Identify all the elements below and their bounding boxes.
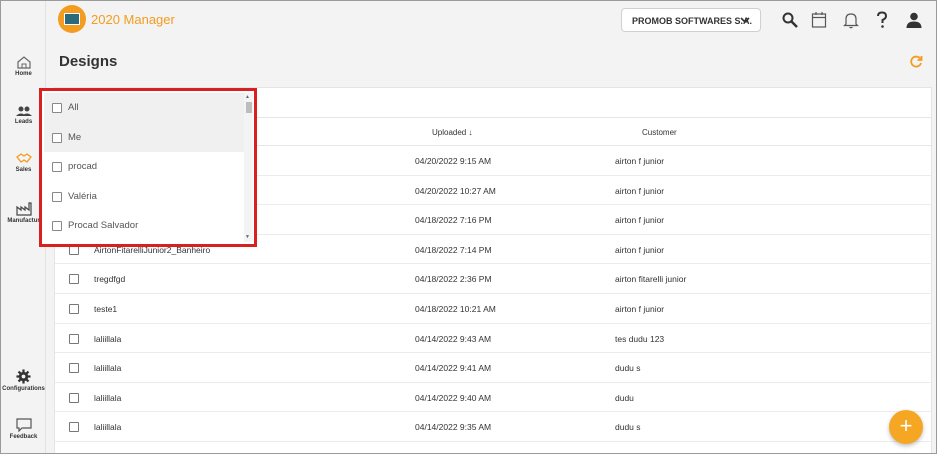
customer-cell: airton f junior <box>615 244 665 255</box>
sidebar-item-label: Sales <box>15 167 32 173</box>
sidebar-item-label: Feedback <box>9 434 38 440</box>
uploaded-cell: 04/14/2022 9:40 AM <box>415 392 492 403</box>
customer-cell: dudu <box>615 392 634 403</box>
uploaded-cell: 04/20/2022 10:27 AM <box>415 185 496 196</box>
user-icon[interactable] <box>905 11 923 29</box>
design-name: laliillala <box>94 392 122 403</box>
uploaded-cell: 04/14/2022 9:41 AM <box>415 363 492 374</box>
sidebar-item-home[interactable]: Home <box>1 55 46 77</box>
chevron-down-icon <box>740 17 750 24</box>
feedback-icon <box>15 418 32 432</box>
design-name: laliillala <box>94 363 122 374</box>
table-row[interactable]: laliillala 04/14/2022 9:40 AM dudu <box>55 383 931 413</box>
refresh-icon[interactable] <box>909 55 923 69</box>
design-name: teste1 <box>94 304 118 314</box>
customer-cell: dudu s <box>615 422 641 433</box>
row-checkbox[interactable] <box>69 333 79 344</box>
uploaded-cell: 04/18/2022 10:21 AM <box>415 304 496 314</box>
customer-cell: tes dudu 123 <box>615 333 665 344</box>
customer-column-header[interactable]: Customer <box>642 128 677 137</box>
option-checkbox[interactable] <box>52 191 62 202</box>
dropdown-option[interactable]: Procad Salvador <box>44 211 244 241</box>
sidebar-item-configurations[interactable]: Configurations <box>1 369 46 392</box>
uploaded-header-label: Uploaded <box>432 128 467 137</box>
help-icon[interactable] <box>875 11 889 29</box>
option-label: Valéria <box>68 190 97 202</box>
uploaded-cell: 04/18/2022 7:16 PM <box>415 215 492 226</box>
scroll-up-arrow-icon[interactable]: ▲ <box>245 94 250 100</box>
customer-cell: airton fitarelli junior <box>615 274 687 285</box>
app-name: 2020 Manager <box>91 12 175 27</box>
top-bar: 2020 Manager PROMOB SOFTWARES S.A. <box>46 1 936 41</box>
add-design-button[interactable]: + <box>889 410 923 444</box>
people-icon <box>15 106 32 116</box>
uploaded-column-header[interactable]: Uploaded ↓ <box>432 128 472 137</box>
calendar-icon[interactable] <box>811 11 827 29</box>
option-label: procad <box>68 161 98 173</box>
customer-cell: airton f junior <box>615 215 665 226</box>
uploaded-cell: 04/18/2022 7:14 PM <box>415 244 492 255</box>
option-checkbox[interactable] <box>52 132 62 143</box>
table-row[interactable]: teste1 04/18/2022 10:21 AM airton f junior <box>55 294 931 324</box>
search-icon[interactable] <box>781 11 799 29</box>
option-checkbox[interactable] <box>52 221 62 232</box>
row-checkbox[interactable] <box>69 304 79 314</box>
customer-cell: airton f junior <box>615 185 665 196</box>
design-name: laliillala <box>94 422 122 433</box>
page-title: Designs <box>59 53 118 70</box>
owner-filter-dropdown: All Me procad Valéria Procad Salvador ▲ … <box>39 88 257 247</box>
uploaded-cell: 04/14/2022 9:43 AM <box>415 333 492 344</box>
sidebar-item-label: Leads <box>14 119 33 125</box>
table-row[interactable]: tregdfgd 04/18/2022 2:36 PM airton fitarel… <box>55 264 931 294</box>
dropdown-option[interactable]: All <box>44 93 244 123</box>
arrow-down-icon: ↓ <box>468 128 473 137</box>
dropdown-scrollbar[interactable]: ▲ ▼ <box>244 93 253 242</box>
sidebar-item-label: Home <box>15 71 32 77</box>
table-row[interactable]: laliillala 04/14/2022 9:35 AM dudu s <box>55 412 931 442</box>
sidebar-item-label: Manufactur <box>7 218 40 224</box>
dropdown-option[interactable]: Me <box>44 122 244 153</box>
app-logo[interactable] <box>58 5 86 33</box>
uploaded-cell: 04/14/2022 9:35 AM <box>415 422 492 433</box>
option-checkbox[interactable] <box>52 162 62 173</box>
design-name: tregdfgd <box>94 274 126 285</box>
option-label: All <box>68 102 79 113</box>
dropdown-option[interactable]: Valéria <box>44 182 244 212</box>
dropdown-list: All Me procad Valéria Procad Salvador <box>44 93 244 242</box>
company-name: PROMOB SOFTWARES S.A. <box>632 16 753 26</box>
dropdown-option[interactable]: procad <box>44 152 244 182</box>
table-row[interactable]: laliillala 04/14/2022 9:43 AM tes dudu 123 <box>55 324 931 354</box>
uploaded-cell: 04/18/2022 2:36 PM <box>415 274 492 285</box>
home-icon <box>16 56 31 69</box>
gear-icon <box>16 369 31 384</box>
row-checkbox[interactable] <box>69 422 79 433</box>
scrollbar-thumb[interactable] <box>246 102 252 113</box>
table-row[interactable]: laliillala 04/14/2022 9:41 AM dudu s <box>55 353 931 383</box>
row-checkbox[interactable] <box>69 392 79 403</box>
customer-cell: airton f junior <box>615 304 665 314</box>
row-checkbox[interactable] <box>69 274 79 285</box>
company-selector[interactable]: PROMOB SOFTWARES S.A. <box>621 8 761 32</box>
uploaded-cell: 04/20/2022 9:15 AM <box>415 156 492 166</box>
option-label: Procad Salvador <box>68 220 139 232</box>
handshake-icon <box>15 153 32 163</box>
option-label: Me <box>68 131 82 143</box>
factory-icon <box>15 202 32 216</box>
option-checkbox[interactable] <box>52 103 62 113</box>
scroll-down-arrow-icon[interactable]: ▼ <box>245 234 250 240</box>
bell-icon[interactable] <box>843 11 859 29</box>
app-window: Home Leads Sales Manufactur Configuratio… <box>0 0 937 454</box>
sidebar-item-feedback[interactable]: Feedback <box>1 418 46 440</box>
customer-cell: airton f junior <box>615 156 665 166</box>
row-checkbox[interactable] <box>69 363 79 374</box>
customer-cell: dudu s <box>615 363 641 374</box>
sidebar-item-label: Configurations <box>2 386 45 392</box>
design-name: laliillala <box>94 333 122 344</box>
